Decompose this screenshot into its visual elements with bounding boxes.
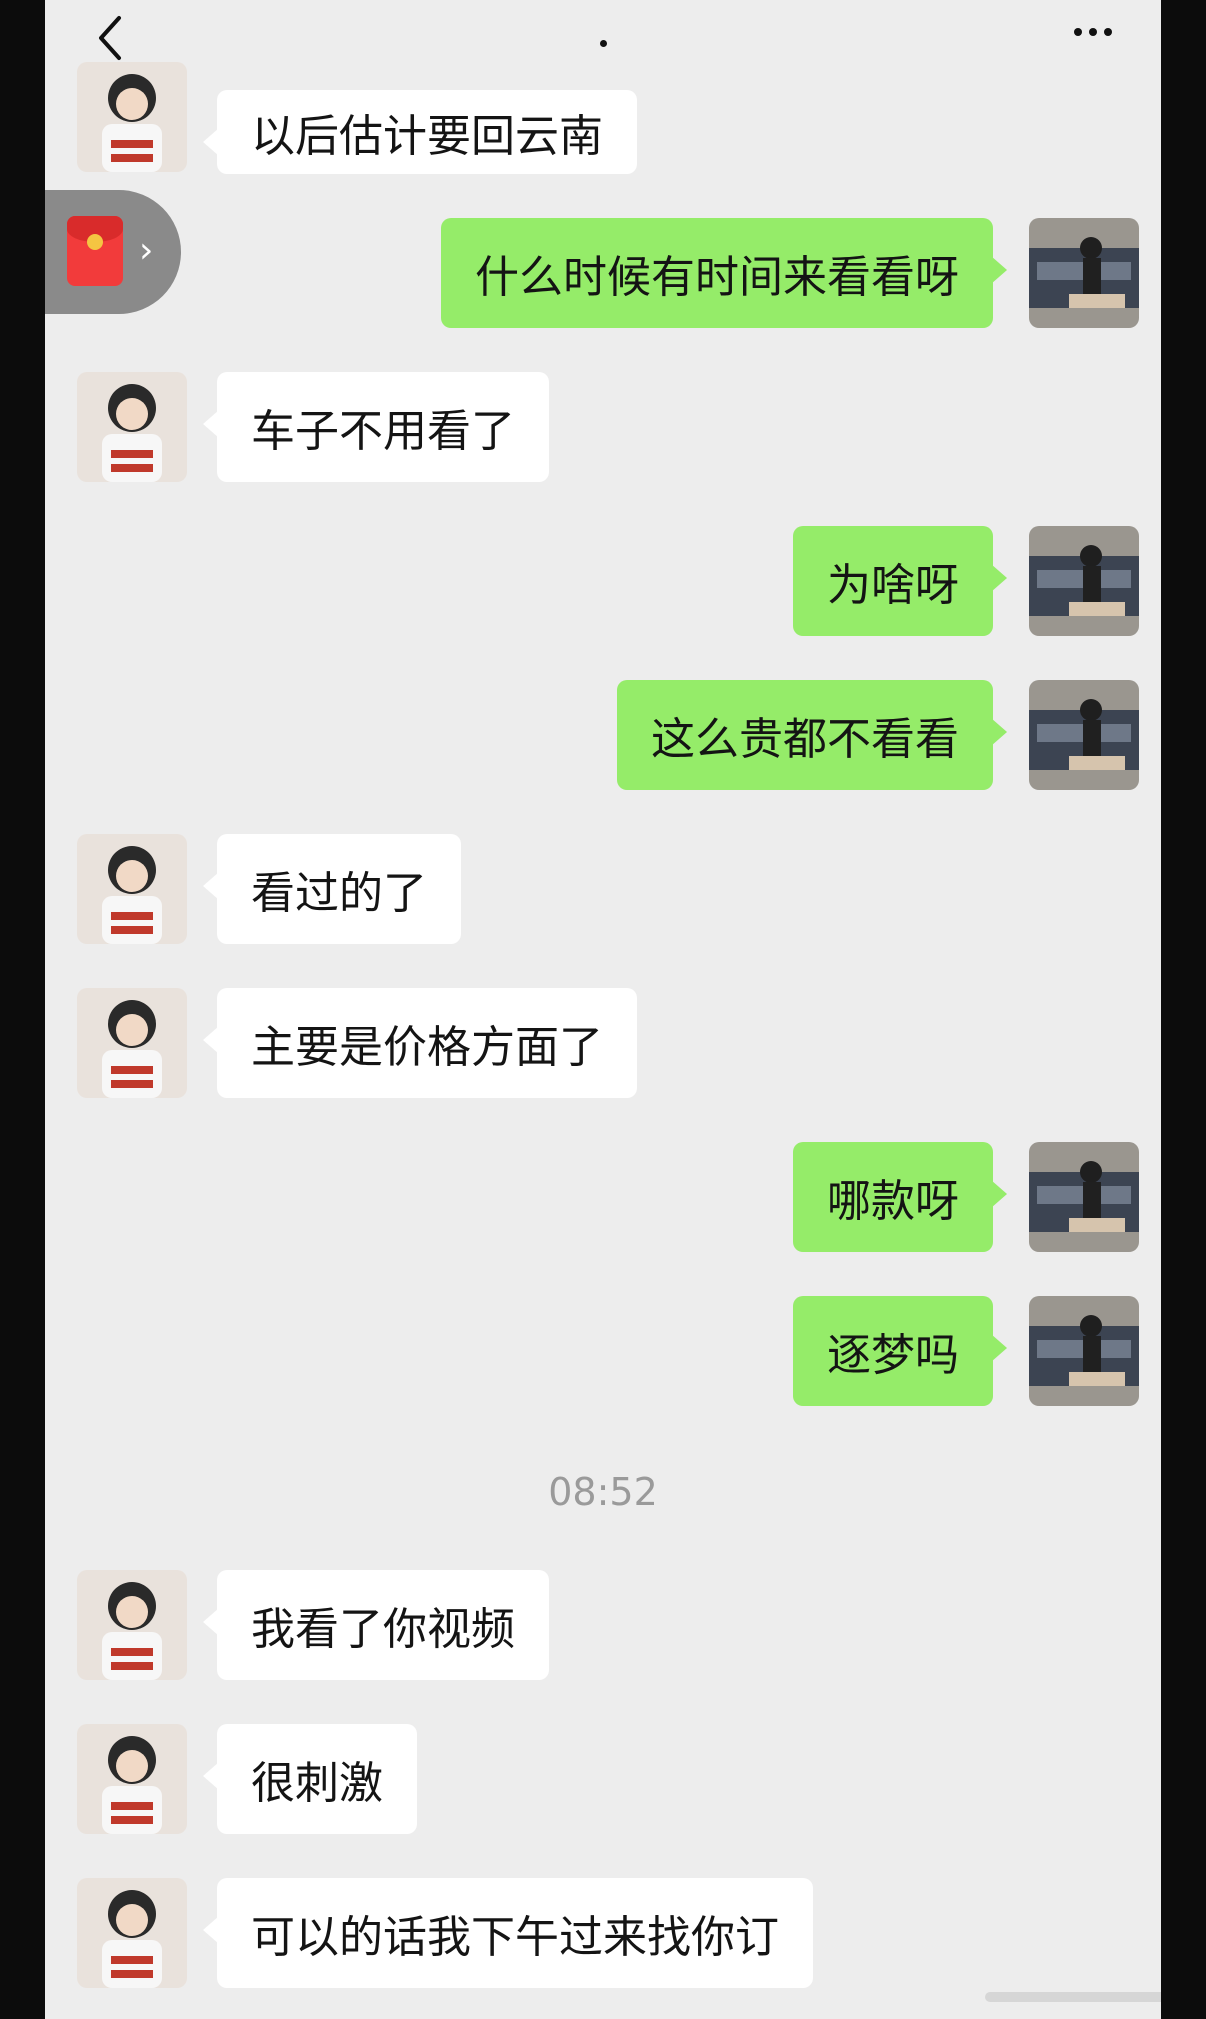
incoming-message[interactable]: 主要是价格方面了 <box>203 988 637 1098</box>
outgoing-message[interactable]: 什么时候有时间来看看呀 <box>441 218 1007 328</box>
incoming-message[interactable]: 车子不用看了 <box>203 372 549 482</box>
user-avatar[interactable] <box>1029 218 1139 328</box>
contact-avatar[interactable] <box>77 1878 187 1988</box>
home-indicator[interactable] <box>985 1992 1161 2002</box>
user-avatar[interactable] <box>1029 1296 1139 1406</box>
outgoing-message[interactable]: 哪款呀 <box>793 1142 1007 1252</box>
back-button[interactable] <box>85 8 135 68</box>
contact-avatar[interactable] <box>77 372 187 482</box>
ellipsis-icon <box>1074 28 1112 36</box>
contact-avatar[interactable] <box>77 834 187 944</box>
red-packet-icon <box>67 216 123 286</box>
message-timestamp: 08:52 <box>548 1470 658 1514</box>
incoming-message[interactable]: 很刺激 <box>203 1724 417 1834</box>
incoming-message[interactable]: 以后估计要回云南 <box>203 90 637 174</box>
contact-avatar[interactable] <box>77 1724 187 1834</box>
incoming-message[interactable]: 可以的话我下午过来找你订 <box>203 1878 813 1988</box>
chevron-right-icon: › <box>139 230 154 271</box>
chevron-left-icon <box>99 16 121 60</box>
outgoing-message[interactable]: 这么贵都不看看 <box>617 680 1007 790</box>
incoming-message[interactable]: 看过的了 <box>203 834 461 944</box>
contact-avatar[interactable] <box>77 988 187 1098</box>
floating-red-packet-shortcut[interactable]: › <box>45 190 181 314</box>
more-button[interactable] <box>1063 12 1123 52</box>
user-avatar[interactable] <box>1029 680 1139 790</box>
top-bar <box>45 0 1161 80</box>
outgoing-message[interactable]: 为啥呀 <box>793 526 1007 636</box>
contact-avatar[interactable] <box>77 1570 187 1680</box>
incoming-message[interactable]: 我看了你视频 <box>203 1570 549 1680</box>
chat-screen: 以后估计要回云南 什么时候有时间来看看呀 车子不用看了 为啥呀 这么贵都不看看 … <box>45 0 1161 2019</box>
outgoing-message[interactable]: 逐梦吗 <box>793 1296 1007 1406</box>
user-avatar[interactable] <box>1029 1142 1139 1252</box>
user-avatar[interactable] <box>1029 526 1139 636</box>
contact-avatar[interactable] <box>77 62 187 172</box>
chat-title <box>600 40 607 47</box>
